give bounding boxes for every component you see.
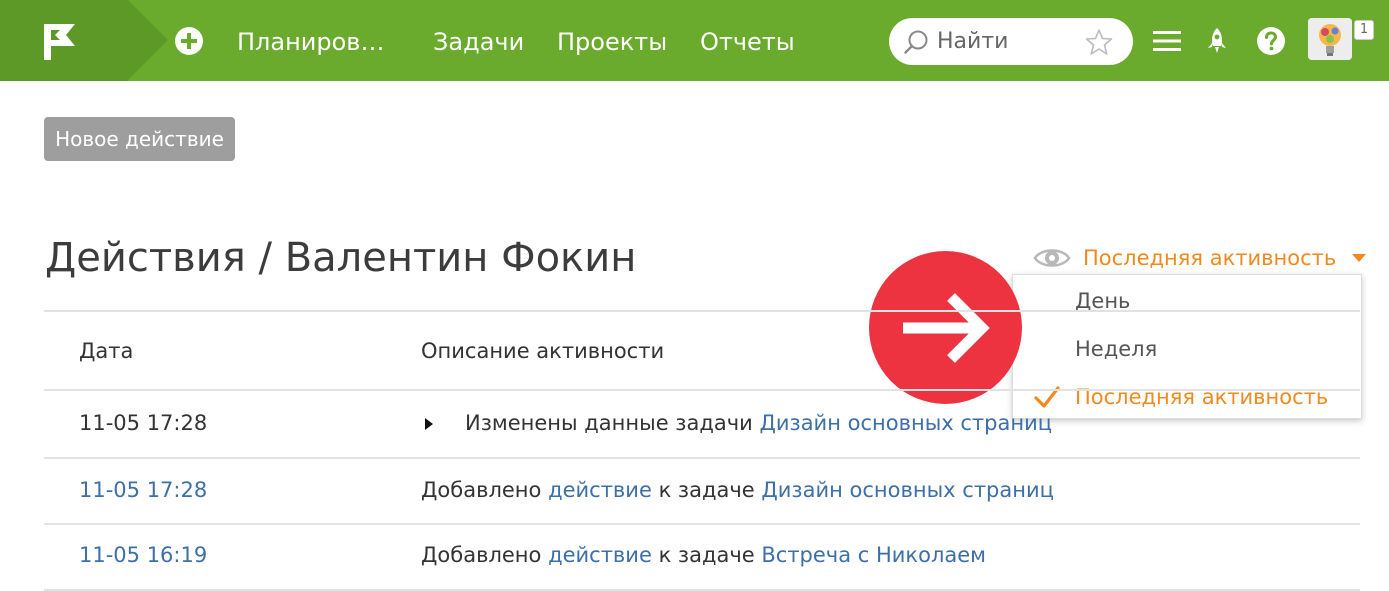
action-link[interactable]: действие [548,478,652,502]
row-text: Добавлено [421,478,542,502]
expand-triangle-icon[interactable] [423,416,435,432]
row-description: Изменены данные задачи Дизайн основных с… [465,408,1052,438]
task-link[interactable]: Дизайн основных страниц [759,411,1052,435]
user-avatar[interactable] [1308,18,1352,60]
callout-arrow-badge [869,251,1022,404]
filter-current-value[interactable]: Последняя активность [1083,246,1336,270]
filter-dropdown-menu: День Неделя Последняя активность [1012,274,1362,419]
task-link[interactable]: Дизайн основных страниц [761,478,1054,502]
table-divider [44,523,1360,525]
avatar-image [1308,18,1352,60]
favorite-star-icon[interactable] [1085,28,1113,56]
filter-option-day[interactable]: День [1013,277,1361,325]
filter-option-week[interactable]: Неделя [1013,325,1361,373]
logo-notch [128,0,168,80]
help-icon[interactable] [1256,26,1286,56]
filter-option-last-activity[interactable]: Последняя активность [1013,373,1361,421]
nav-reports[interactable]: Отчеты [700,26,795,58]
activity-filter-dropdown[interactable]: Последняя активность [1033,240,1367,276]
action-link[interactable]: действие [548,543,652,567]
page-title: Действия / Валентин Фокин [45,235,637,281]
logo-area[interactable] [0,0,128,81]
arrow-right-icon [903,293,990,363]
menu-icon[interactable] [1152,26,1182,56]
nav-planning[interactable]: Планиров… [237,26,384,58]
nav-tasks[interactable]: Задачи [433,26,524,58]
filter-option-label: День [1075,289,1131,313]
filter-option-label: Неделя [1075,337,1158,361]
search-input[interactable] [937,25,1087,57]
filter-option-label: Последняя активность [1075,385,1329,409]
row-description: Добавлено действие к задаче Дизайн основ… [421,475,1054,505]
rocket-icon[interactable] [1202,26,1232,56]
add-circle-icon[interactable] [174,26,204,56]
row-description: Добавлено действие к задаче Встреча с Ни… [421,540,986,570]
flag-logo-icon [44,24,75,60]
row-date: 11-05 17:28 [79,411,208,435]
row-text-middle: к задаче [658,543,755,567]
row-date-link[interactable]: 11-05 16:19 [79,540,207,570]
chevron-down-icon[interactable] [1352,253,1367,263]
search-icon [904,30,928,54]
row-text: Изменены данные задачи [465,411,753,435]
row-text: Добавлено [421,543,542,567]
search-box [889,18,1133,65]
nav-projects[interactable]: Проекты [557,26,667,58]
row-date-link[interactable]: 11-05 17:28 [79,475,207,505]
notification-count-badge[interactable]: 1 [1354,20,1374,40]
row-text-middle: к задаче [658,478,755,502]
table-divider [44,389,1360,391]
table-divider [44,457,1360,459]
column-header-date: Дата [79,339,134,363]
eye-icon [1033,249,1071,267]
table-divider [44,310,1360,312]
task-link[interactable]: Встреча с Николаем [761,543,986,567]
new-action-button[interactable]: Новое действие [44,117,235,161]
column-header-description: Описание активности [421,339,665,363]
checkmark-icon [1034,386,1060,408]
top-navigation-bar: Планиров… Задачи Проекты Отчеты Найти 1 [0,0,1389,81]
